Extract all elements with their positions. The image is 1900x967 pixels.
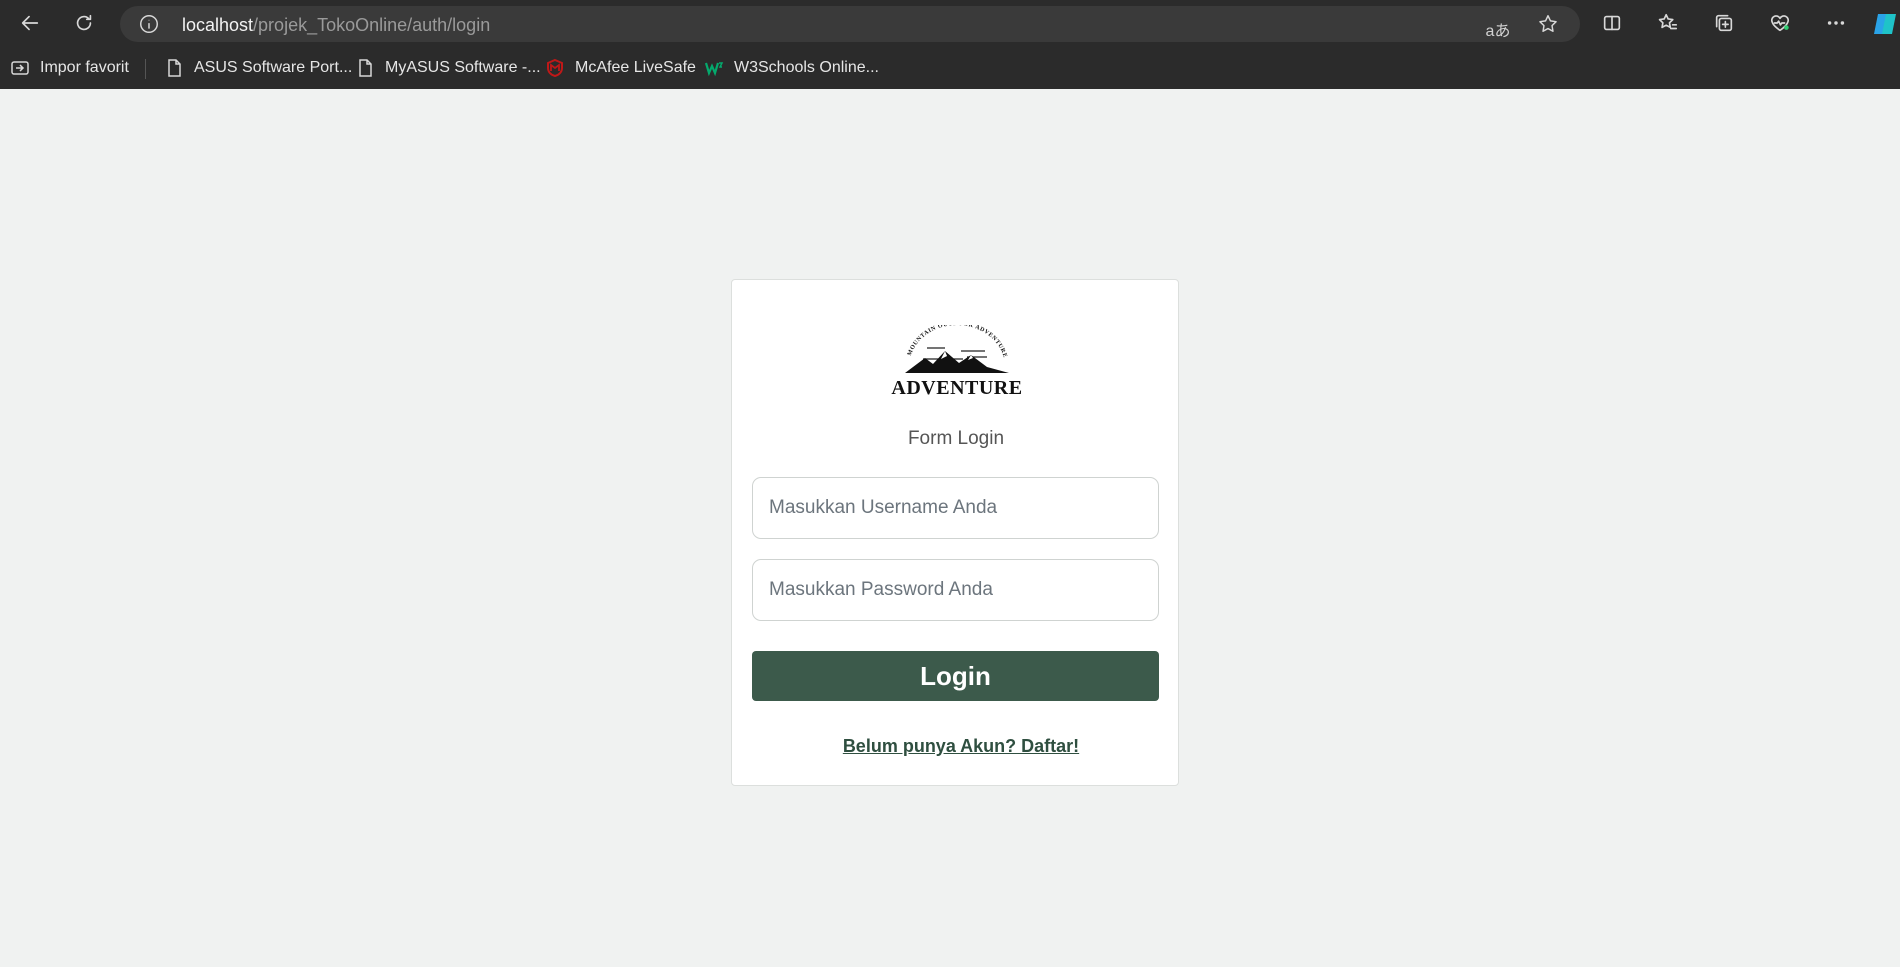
bookmark-label: ASUS Software Port... — [194, 59, 353, 76]
toolbar-actions — [1594, 5, 1854, 41]
heart-pulse-icon — [1770, 15, 1790, 32]
import-favorites-icon — [11, 61, 29, 75]
bookmark-import-favorites[interactable]: Impor favorit — [10, 58, 129, 78]
copilot-icon — [1874, 14, 1896, 34]
collections-button[interactable] — [1706, 5, 1742, 41]
bookmarks-divider — [145, 59, 146, 79]
favorites-icon — [1658, 13, 1678, 30]
address-bar[interactable]: localhost/projek_TokoOnline/auth/login a… — [120, 6, 1580, 42]
password-input[interactable] — [752, 559, 1159, 621]
browser-essentials-button[interactable] — [1762, 5, 1798, 41]
username-input[interactable] — [752, 477, 1159, 539]
bookmark-label: McAfee LiveSafe — [575, 59, 696, 76]
page-icon — [359, 59, 372, 77]
translate-icon: aあ — [1485, 23, 1511, 40]
login-card: MOUNTAIN OUTDOOR ADVENTURE ADVENTURE For… — [731, 279, 1179, 786]
refresh-icon — [76, 14, 92, 31]
url-text[interactable]: localhost/projek_TokoOnline/auth/login — [182, 15, 490, 36]
star-icon — [1539, 15, 1557, 32]
logo-wordmark: ADVENTURE — [891, 377, 1023, 399]
more-options-button[interactable] — [1818, 5, 1854, 41]
collections-icon — [1715, 14, 1733, 32]
url-host: localhost — [182, 15, 254, 35]
refresh-button[interactable] — [66, 5, 102, 41]
page-content: MOUNTAIN OUTDOOR ADVENTURE ADVENTURE For… — [0, 89, 1900, 967]
back-button[interactable] — [12, 5, 48, 41]
bookmarks-bar: Impor favorit ASUS Software Port... MyAS… — [0, 47, 1900, 89]
login-button[interactable]: Login — [752, 651, 1159, 701]
adventure-logo: MOUNTAIN OUTDOOR ADVENTURE ADVENTURE — [887, 321, 1027, 405]
ellipsis-icon — [1827, 21, 1845, 25]
split-screen-button[interactable] — [1594, 5, 1630, 41]
bookmark-asus-software-portal[interactable]: ASUS Software Port... — [164, 58, 352, 78]
logo-arc-text: MOUNTAIN OUTDOOR ADVENTURE — [907, 321, 1007, 359]
bookmark-label: Impor favorit — [40, 59, 129, 76]
bookmark-label: W3Schools Online... — [734, 59, 879, 76]
browser-toolbar: localhost/projek_TokoOnline/auth/login a… — [0, 0, 1900, 47]
split-screen-icon — [1603, 15, 1621, 31]
svg-text:MOUNTAIN OUTDOOR ADVENTURE: MOUNTAIN OUTDOOR ADVENTURE — [907, 325, 1008, 359]
register-link[interactable]: Belum punya Akun? Daftar! — [732, 736, 1190, 757]
arrow-left-icon — [21, 15, 39, 31]
mcafee-icon — [547, 58, 563, 78]
page-icon — [168, 59, 181, 77]
bookmark-label: MyASUS Software -... — [385, 59, 541, 76]
favorites-button[interactable] — [1650, 5, 1686, 41]
add-favorite-button[interactable] — [1530, 6, 1566, 42]
read-aloud-button[interactable]: aあ — [1480, 11, 1516, 47]
w3schools-icon — [704, 62, 724, 77]
bookmark-myasus-software[interactable]: MyASUS Software -... — [355, 58, 541, 78]
bookmark-w3schools[interactable]: W3Schools Online... — [704, 58, 879, 78]
copilot-button[interactable] — [1872, 8, 1900, 40]
bookmark-mcafee-livesafe[interactable]: McAfee LiveSafe — [545, 58, 696, 78]
url-path: /projek_TokoOnline/auth/login — [253, 15, 491, 35]
site-info-icon[interactable] — [138, 13, 160, 35]
form-title: Form Login — [907, 428, 1005, 449]
